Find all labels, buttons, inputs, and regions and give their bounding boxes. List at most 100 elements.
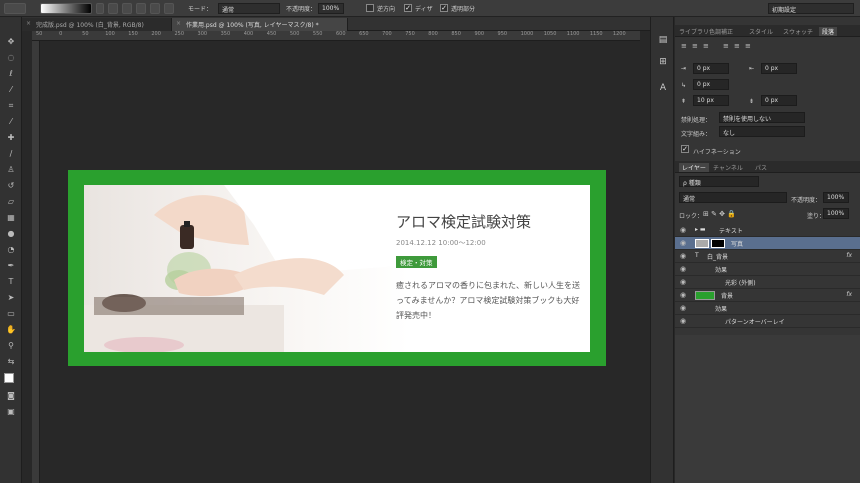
- align-center-icon[interactable]: ≡: [692, 42, 698, 50]
- history-panel-icon[interactable]: ▤: [656, 35, 670, 49]
- indent-right-field[interactable]: 0 px: [761, 63, 797, 74]
- tab-layers[interactable]: レイヤー: [679, 163, 709, 172]
- gradient-picker[interactable]: [40, 3, 92, 14]
- space-before-field[interactable]: 10 px: [693, 95, 729, 106]
- mojikumi-select[interactable]: なし: [719, 126, 805, 137]
- foreground-color-swatch[interactable]: [4, 373, 14, 383]
- visibility-eye-icon[interactable]: ◉: [680, 252, 686, 260]
- clone-stamp-tool-icon[interactable]: ♙: [4, 165, 18, 175]
- hand-tool-icon[interactable]: ✋: [4, 325, 18, 335]
- space-before-icon: ⇞: [681, 98, 687, 105]
- swap-colors-icon[interactable]: ⇆: [4, 357, 18, 367]
- align-left-icon[interactable]: ≡: [681, 42, 687, 50]
- move-tool-icon[interactable]: ✥: [4, 37, 18, 47]
- brush-tool-icon[interactable]: ∕: [4, 149, 18, 159]
- quick-select-tool-icon[interactable]: ⁄: [4, 85, 18, 95]
- visibility-eye-icon[interactable]: ◉: [680, 226, 686, 234]
- properties-panel-icon[interactable]: ⊞: [656, 57, 670, 71]
- hyphenation-checkbox[interactable]: ✓: [681, 145, 689, 153]
- indent-first-line-field[interactable]: 0 px: [693, 79, 729, 90]
- pen-tool-icon[interactable]: ✒: [4, 261, 18, 271]
- ruler-tick-label: 0: [59, 31, 63, 37]
- fx-icon[interactable]: fx: [846, 291, 852, 298]
- vertical-ruler: [32, 41, 40, 483]
- eyedropper-tool-icon[interactable]: ⁄: [4, 117, 18, 127]
- fill-field[interactable]: 100%: [823, 208, 849, 219]
- layer-effect-outer-glow[interactable]: ◉ 光彩 (外側): [675, 276, 860, 289]
- linear-gradient-button[interactable]: [108, 3, 118, 14]
- gradient-tool-icon[interactable]: ▦: [4, 213, 18, 223]
- workspace-select[interactable]: 初期設定: [768, 3, 854, 14]
- tab-swatches[interactable]: スウォッチ: [783, 27, 813, 36]
- character-panel-icon[interactable]: A: [656, 83, 670, 97]
- lasso-tool-icon[interactable]: ℓ: [4, 69, 18, 79]
- healing-brush-tool-icon[interactable]: ✚: [4, 133, 18, 143]
- crop-tool-icon[interactable]: ⌗: [4, 101, 18, 111]
- blend-mode-select[interactable]: 通常: [679, 192, 787, 203]
- visibility-eye-icon[interactable]: ◉: [680, 239, 686, 247]
- visibility-eye-icon[interactable]: ◉: [680, 291, 686, 299]
- dither-checkbox[interactable]: ✓: [404, 4, 412, 12]
- gradient-tool-preset-button[interactable]: [4, 3, 26, 14]
- tab-finished-doc[interactable]: × 完成版.psd @ 100% (白_背景, RGB/8): [22, 18, 172, 31]
- layer-row-background[interactable]: ◉ 背景 fx: [675, 289, 860, 302]
- history-brush-tool-icon[interactable]: ↺: [4, 181, 18, 191]
- dodge-tool-icon[interactable]: ◔: [4, 245, 18, 255]
- radial-gradient-button[interactable]: [122, 3, 132, 14]
- justify-last-center-icon[interactable]: ≡: [734, 42, 740, 50]
- layer-effects-row[interactable]: ◉ 効果: [675, 302, 860, 315]
- opacity-input[interactable]: 100%: [318, 3, 344, 14]
- visibility-eye-icon[interactable]: ◉: [680, 304, 686, 312]
- type-tool-icon[interactable]: T: [4, 277, 18, 287]
- eraser-tool-icon[interactable]: ▱: [4, 197, 18, 207]
- marquee-tool-icon[interactable]: ◌: [4, 53, 18, 63]
- tab-paths[interactable]: パス: [755, 163, 767, 172]
- space-after-field[interactable]: 0 px: [761, 95, 797, 106]
- options-bar: モード： 通常 不透明度： 100% 逆方向 ✓ ディザ ✓ 透明部分 初期設定: [0, 0, 860, 17]
- mode-select[interactable]: 通常: [218, 3, 280, 14]
- visibility-eye-icon[interactable]: ◉: [680, 265, 686, 273]
- layer-effects-row[interactable]: ◉ 効果: [675, 263, 860, 276]
- blur-tool-icon[interactable]: ●: [4, 229, 18, 239]
- tab-channels[interactable]: チャンネル: [713, 163, 743, 172]
- layer-effect-pattern-overlay[interactable]: ◉ パターンオーバーレイ: [675, 315, 860, 328]
- gradient-dropdown[interactable]: [96, 3, 104, 14]
- visibility-eye-icon[interactable]: ◉: [680, 278, 686, 286]
- fx-icon[interactable]: fx: [846, 252, 852, 259]
- reverse-checkbox[interactable]: [366, 4, 374, 12]
- tab-library[interactable]: ライブラリ: [679, 27, 709, 36]
- tab-adjustments[interactable]: 色調補正: [709, 27, 733, 36]
- layer-filter-select[interactable]: ρ 種類: [679, 176, 759, 187]
- close-icon[interactable]: ×: [176, 20, 181, 27]
- diamond-gradient-button[interactable]: [164, 3, 174, 14]
- reflected-gradient-button[interactable]: [150, 3, 160, 14]
- justify-last-left-icon[interactable]: ≡: [723, 42, 729, 50]
- layer-row-text-group[interactable]: ◉ ▸ ▬ テキスト: [675, 224, 860, 237]
- quick-mask-icon[interactable]: ◙: [4, 391, 18, 401]
- layer-row-photo[interactable]: ◉ 写真: [675, 237, 860, 250]
- kinsoku-select[interactable]: 禁則を使用しない: [719, 112, 805, 123]
- layer-name: 白_背景: [707, 254, 729, 261]
- align-right-icon[interactable]: ≡: [703, 42, 709, 50]
- ruler-tick-label: 100: [105, 31, 115, 37]
- ruler-tick-label: 900: [474, 31, 484, 37]
- text-layer-icon: T: [695, 252, 699, 259]
- layer-row-white-bg[interactable]: ◉ T 白_背景 fx: [675, 250, 860, 263]
- zoom-tool-icon[interactable]: ⚲: [4, 341, 18, 351]
- close-icon[interactable]: ×: [26, 20, 31, 27]
- justify-last-right-icon[interactable]: ≡: [745, 42, 751, 50]
- tab-paragraph[interactable]: 段落: [819, 27, 838, 36]
- transparency-checkbox[interactable]: ✓: [440, 4, 448, 12]
- visibility-eye-icon[interactable]: ◉: [680, 317, 686, 325]
- tab-working-doc[interactable]: × 作業用.psd @ 100% (写真, レイヤーマスク/8) *: [172, 18, 348, 31]
- angle-gradient-button[interactable]: [136, 3, 146, 14]
- layers-empty-area[interactable]: [675, 335, 860, 483]
- layer-opacity-field[interactable]: 100%: [823, 192, 849, 203]
- tab-styles[interactable]: スタイル: [749, 27, 773, 36]
- indent-left-field[interactable]: 0 px: [693, 63, 729, 74]
- path-select-tool-icon[interactable]: ➤: [4, 293, 18, 303]
- layer-mask-thumbnail[interactable]: [711, 239, 725, 248]
- screen-mode-icon[interactable]: ▣: [4, 407, 18, 417]
- shape-tool-icon[interactable]: ▭: [4, 309, 18, 319]
- lock-icon[interactable]: ⊞ ✎ ✥ 🔒: [703, 210, 736, 218]
